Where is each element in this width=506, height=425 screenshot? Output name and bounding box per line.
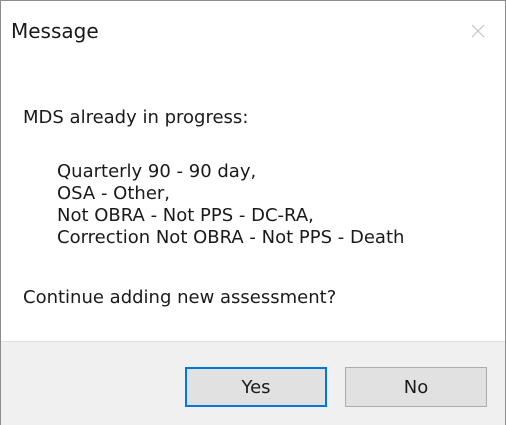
- message-dialog: Message MDS already in progress: Quarter…: [0, 0, 506, 425]
- no-button[interactable]: No: [345, 367, 487, 407]
- list-item: Not OBRA - Not PPS - DC-RA,: [57, 205, 314, 226]
- list-item: OSA - Other,: [57, 183, 171, 204]
- yes-button[interactable]: Yes: [185, 367, 327, 407]
- message-question: Continue adding new assessment?: [23, 287, 337, 308]
- message-body: MDS already in progress: Quarterly 90 - …: [1, 61, 505, 341]
- in-progress-list: Quarterly 90 - 90 day, OSA - Other, Not …: [57, 161, 404, 249]
- button-bar: Yes No: [1, 341, 505, 425]
- list-item: Quarterly 90 - 90 day,: [57, 161, 257, 182]
- list-item: Correction Not OBRA - Not PPS - Death: [57, 227, 405, 248]
- message-intro: MDS already in progress:: [23, 107, 249, 128]
- close-icon: [471, 24, 485, 38]
- title-bar: Message: [1, 1, 505, 61]
- dialog-title: Message: [11, 19, 99, 43]
- close-button[interactable]: [455, 11, 501, 51]
